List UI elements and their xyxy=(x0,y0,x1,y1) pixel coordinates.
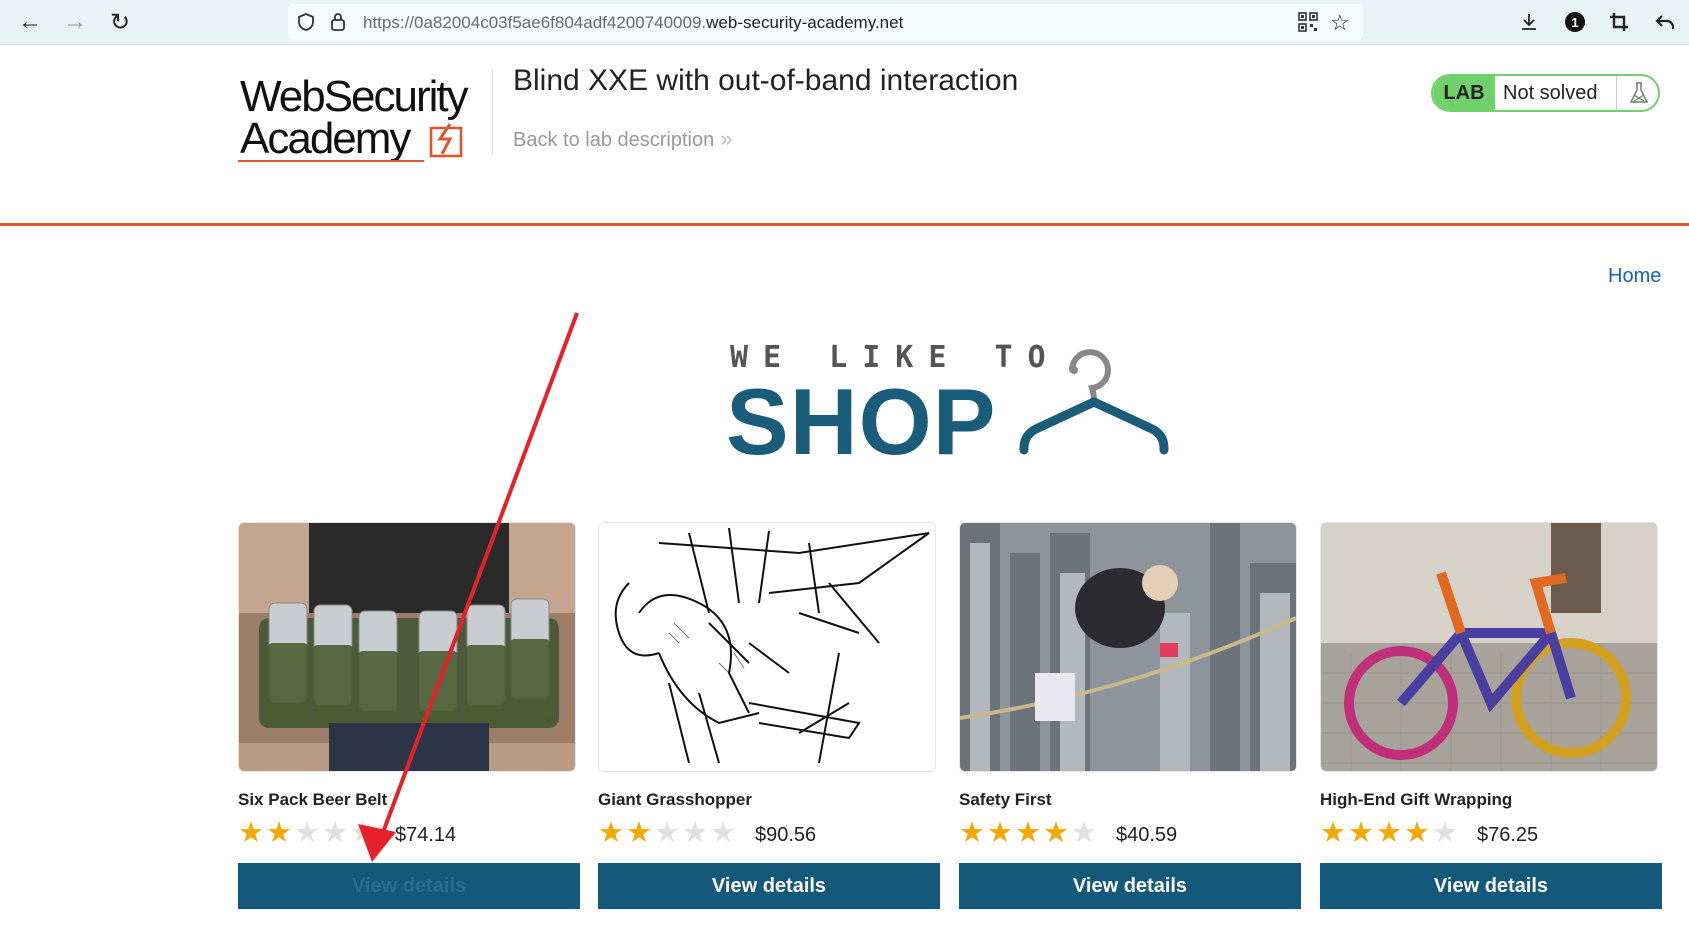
forward-arrow-icon[interactable]: → xyxy=(61,8,89,36)
star-filled-icon: ★ xyxy=(959,817,985,849)
product-price: $76.25 xyxy=(1477,824,1539,846)
star-rating: ★★★★★ xyxy=(959,818,1099,848)
star-filled-icon: ★ xyxy=(1015,817,1041,849)
home-link[interactable]: Home xyxy=(1608,265,1661,288)
shield-icon[interactable] xyxy=(296,12,316,37)
star-empty-icon: ★ xyxy=(294,817,320,849)
bookmark-star-icon[interactable]: ☆ xyxy=(1330,10,1350,36)
crop-icon[interactable] xyxy=(1605,8,1633,36)
star-filled-icon: ★ xyxy=(626,817,652,849)
star-filled-icon: ★ xyxy=(1404,817,1430,849)
star-filled-icon: ★ xyxy=(1376,817,1402,849)
product-image[interactable] xyxy=(598,522,936,772)
product-name: Giant Grasshopper xyxy=(598,790,752,809)
view-details-button[interactable]: View details xyxy=(238,863,580,909)
product-image[interactable] xyxy=(959,522,1297,772)
star-empty-icon: ★ xyxy=(322,817,348,849)
star-empty-icon: ★ xyxy=(654,817,680,849)
hero-title: SHOP xyxy=(726,369,997,474)
double-chevron-right-icon: » xyxy=(720,126,733,151)
browser-toolbar: ← → ↻ https://0a82004c03f5ae6f804adf4200… xyxy=(0,0,1689,45)
back-link-label: Back to lab description xyxy=(513,129,715,151)
hanger-icon xyxy=(1019,349,1169,455)
qr-code-icon[interactable] xyxy=(1298,12,1318,37)
star-empty-icon: ★ xyxy=(1432,817,1458,849)
product-name: High-End Gift Wrapping xyxy=(1320,790,1513,809)
star-empty-icon: ★ xyxy=(350,817,376,849)
lab-title: Blind XXE with out-of-band interaction xyxy=(513,64,1019,97)
star-filled-icon: ★ xyxy=(598,817,624,849)
address-bar[interactable]: https://0a82004c03f5ae6f804adf4200740009… xyxy=(288,4,1363,40)
star-rating: ★★★★★ xyxy=(238,818,378,848)
logo-bolt-icon xyxy=(429,123,463,158)
star-filled-icon: ★ xyxy=(987,817,1013,849)
view-details-button[interactable]: View details xyxy=(959,863,1301,909)
back-arrow-icon[interactable]: ← xyxy=(16,8,44,36)
star-empty-icon: ★ xyxy=(710,817,736,849)
view-details-button[interactable]: View details xyxy=(598,863,940,909)
logo-underline xyxy=(238,160,424,162)
product-name: Safety First xyxy=(959,790,1052,809)
star-rating: ★★★★★ xyxy=(1320,818,1460,848)
product-price: $40.59 xyxy=(1116,824,1178,846)
product-price: $90.56 xyxy=(755,824,817,846)
download-icon[interactable] xyxy=(1515,8,1543,36)
star-filled-icon: ★ xyxy=(1348,817,1374,849)
product-name: Six Pack Beer Belt xyxy=(238,790,388,809)
lab-tag: LAB xyxy=(1433,76,1495,110)
lab-status: Not solved xyxy=(1503,82,1598,104)
product-price: $74.14 xyxy=(395,824,457,846)
web-security-academy-logo[interactable]: WebSecurity Academy xyxy=(238,72,490,164)
star-filled-icon: ★ xyxy=(1043,817,1069,849)
undo-icon[interactable] xyxy=(1651,8,1679,36)
star-empty-icon: ★ xyxy=(1071,817,1097,849)
product-image[interactable] xyxy=(1320,522,1658,772)
view-details-button[interactable]: View details xyxy=(1320,863,1662,909)
url-text[interactable]: https://0a82004c03f5ae6f804adf4200740009… xyxy=(363,13,903,33)
lock-icon[interactable] xyxy=(328,11,348,38)
flask-icon xyxy=(1616,76,1658,110)
extension-badge-icon[interactable]: 1 xyxy=(1561,8,1589,36)
header-divider xyxy=(492,70,493,154)
star-rating: ★★★★★ xyxy=(598,818,738,848)
logo-line2: Academy xyxy=(240,114,411,163)
star-filled-icon: ★ xyxy=(238,817,264,849)
star-filled-icon: ★ xyxy=(1320,817,1346,849)
product-image[interactable] xyxy=(238,522,576,772)
reload-icon[interactable]: ↻ xyxy=(106,8,134,36)
star-filled-icon: ★ xyxy=(266,817,292,849)
header-separator xyxy=(0,223,1689,226)
star-empty-icon: ★ xyxy=(682,817,708,849)
back-to-lab-description-link[interactable]: Back to lab description» xyxy=(513,126,732,152)
lab-status-widget: LAB Not solved xyxy=(1431,74,1660,112)
